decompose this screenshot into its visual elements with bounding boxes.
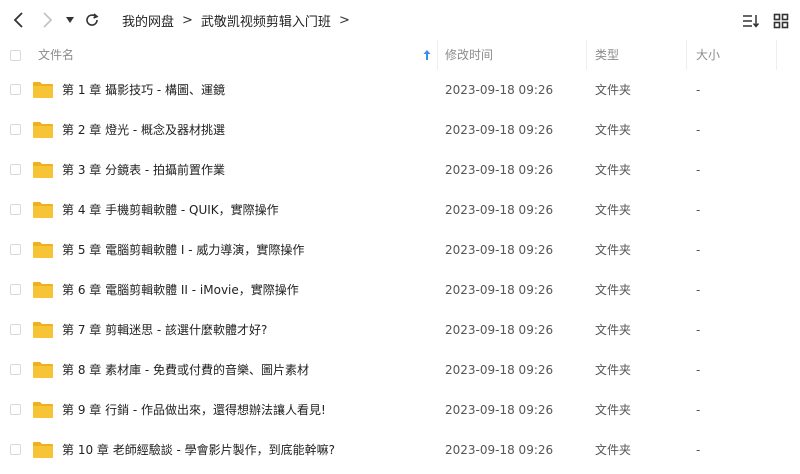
file-type: 文件夹 (595, 283, 632, 297)
column-type[interactable]: 类型 (595, 40, 619, 70)
row-checkbox[interactable] (10, 444, 21, 455)
file-size: - (696, 323, 701, 337)
row-checkbox[interactable] (10, 204, 21, 215)
file-size: - (696, 363, 701, 377)
file-size: - (696, 283, 701, 297)
file-size: - (696, 163, 701, 177)
file-name[interactable]: 第 2 章 燈光 - 概念及器材挑選 (62, 110, 225, 150)
column-divider[interactable] (586, 40, 587, 70)
breadcrumb: 我的网盘 > 武敬凯视频剪辑入门班 > (122, 0, 358, 40)
refresh-icon (86, 13, 99, 26)
caret-down-icon (66, 17, 74, 23)
file-type: 文件夹 (595, 403, 632, 417)
file-size: - (696, 403, 701, 417)
file-name[interactable]: 第 6 章 電腦剪輯軟體 II - iMovie，實際操作 (62, 270, 299, 310)
file-size: - (696, 443, 701, 457)
file-name[interactable]: 第 1 章 攝影技巧 - 構圖、運鏡 (62, 70, 225, 110)
folder-icon (33, 402, 53, 418)
table-row[interactable]: 第 3 章 分鏡表 - 拍攝前置作業 2023-09-18 09:26 文件夹 - (0, 150, 800, 190)
row-checkbox[interactable] (10, 84, 21, 95)
row-checkbox[interactable] (10, 244, 21, 255)
grid-view-icon (773, 13, 789, 29)
back-button[interactable] (8, 8, 30, 32)
folder-icon (33, 322, 53, 338)
column-divider[interactable] (686, 40, 687, 70)
column-divider[interactable] (437, 40, 438, 70)
table-row[interactable]: 第 1 章 攝影技巧 - 構圖、運鏡 2023-09-18 09:26 文件夹 - (0, 70, 800, 110)
table-row[interactable]: 第 8 章 素材庫 - 免費或付費的音樂、圖片素材 2023-09-18 09:2… (0, 350, 800, 390)
row-checkbox[interactable] (10, 284, 21, 295)
file-name[interactable]: 第 7 章 剪輯迷思 - 該選什麼軟體才好? (62, 310, 267, 350)
folder-icon (33, 362, 53, 378)
row-checkbox[interactable] (10, 404, 21, 415)
column-modified[interactable]: 修改时间 (445, 40, 493, 70)
file-modified: 2023-09-18 09:26 (445, 443, 554, 457)
file-type: 文件夹 (595, 443, 632, 457)
row-checkbox[interactable] (10, 324, 21, 335)
toolbar: 我的网盘 > 武敬凯视频剪辑入门班 > (0, 0, 800, 40)
file-type: 文件夹 (595, 83, 632, 97)
file-modified: 2023-09-18 09:26 (445, 363, 554, 377)
file-name[interactable]: 第 8 章 素材庫 - 免費或付費的音樂、圖片素材 (62, 350, 309, 390)
chevron-right-icon (43, 12, 53, 28)
file-type: 文件夹 (595, 123, 632, 137)
table-row[interactable]: 第 2 章 燈光 - 概念及器材挑選 2023-09-18 09:26 文件夹 - (0, 110, 800, 150)
file-type: 文件夹 (595, 323, 632, 337)
file-name[interactable]: 第 5 章 電腦剪輯軟體 I - 威力導演，實際操作 (62, 230, 304, 270)
file-modified: 2023-09-18 09:26 (445, 323, 554, 337)
file-size: - (696, 203, 701, 217)
file-size: - (696, 83, 701, 97)
file-type: 文件夹 (595, 203, 632, 217)
row-checkbox[interactable] (10, 364, 21, 375)
folder-icon (33, 242, 53, 258)
sort-ascending-icon[interactable] (422, 49, 432, 61)
row-checkbox[interactable] (10, 164, 21, 175)
file-size: - (696, 123, 701, 137)
breadcrumb-separator: > (338, 12, 350, 28)
file-modified: 2023-09-18 09:26 (445, 203, 554, 217)
breadcrumb-current[interactable]: 武敬凯视频剪辑入门班 (201, 11, 331, 30)
file-type: 文件夹 (595, 243, 632, 257)
folder-icon (33, 202, 53, 218)
view-toggle-button[interactable] (770, 10, 792, 32)
file-type: 文件夹 (595, 163, 632, 177)
table-row[interactable]: 第 9 章 行銷 - 作品做出來，還得想辦法讓人看見! 2023-09-18 09… (0, 390, 800, 430)
breadcrumb-separator: > (182, 12, 193, 28)
file-name[interactable]: 第 10 章 老師經驗談 - 學會影片製作，到底能幹嘛? (62, 430, 335, 470)
folder-icon (33, 122, 53, 138)
file-type: 文件夹 (595, 363, 632, 377)
file-modified: 2023-09-18 09:26 (445, 283, 554, 297)
table-row[interactable]: 第 5 章 電腦剪輯軟體 I - 威力導演，實際操作 2023-09-18 09:… (0, 230, 800, 270)
file-modified: 2023-09-18 09:26 (445, 163, 554, 177)
file-size: - (696, 243, 701, 257)
breadcrumb-root[interactable]: 我的网盘 (122, 11, 174, 30)
file-name[interactable]: 第 4 章 手機剪輯軟體 - QUIK，實際操作 (62, 190, 279, 230)
table-row[interactable]: 第 4 章 手機剪輯軟體 - QUIK，實際操作 2023-09-18 09:26… (0, 190, 800, 230)
forward-button[interactable] (36, 8, 58, 32)
file-modified: 2023-09-18 09:26 (445, 403, 554, 417)
folder-icon (33, 282, 53, 298)
table-row[interactable]: 第 10 章 老師經驗談 - 學會影片製作，到底能幹嘛? 2023-09-18 0… (0, 430, 800, 470)
refresh-button[interactable] (82, 8, 102, 32)
file-modified: 2023-09-18 09:26 (445, 83, 554, 97)
table-row[interactable]: 第 6 章 電腦剪輯軟體 II - iMovie，實際操作 2023-09-18 … (0, 270, 800, 310)
row-checkbox[interactable] (10, 124, 21, 135)
chevron-left-icon (13, 12, 23, 28)
history-dropdown[interactable] (62, 8, 78, 32)
file-name[interactable]: 第 3 章 分鏡表 - 拍攝前置作業 (62, 150, 225, 190)
file-modified: 2023-09-18 09:26 (445, 243, 554, 257)
folder-icon (33, 442, 53, 458)
sort-list-icon (743, 15, 760, 28)
column-size[interactable]: 大小 (696, 40, 720, 70)
table-row[interactable]: 第 7 章 剪輯迷思 - 該選什麼軟體才好? 2023-09-18 09:26 文件… (0, 310, 800, 350)
column-header: 文件名 修改时间 类型 大小 (0, 40, 800, 70)
folder-icon (33, 82, 53, 98)
folder-icon (33, 162, 53, 178)
column-divider[interactable] (776, 40, 777, 70)
sort-button[interactable] (740, 10, 762, 32)
file-name[interactable]: 第 9 章 行銷 - 作品做出來，還得想辦法讓人看見! (62, 390, 326, 430)
file-modified: 2023-09-18 09:26 (445, 123, 554, 137)
column-name[interactable]: 文件名 (38, 40, 74, 70)
select-all-checkbox[interactable] (10, 50, 21, 61)
